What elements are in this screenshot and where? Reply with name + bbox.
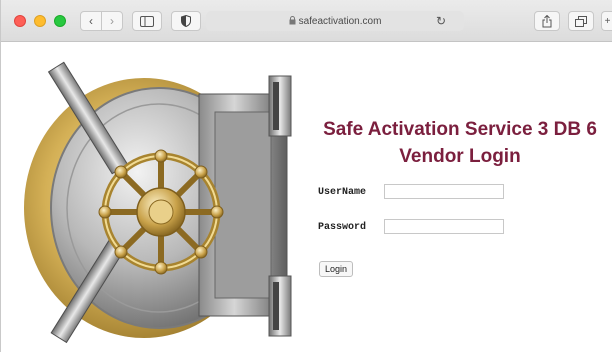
share-button[interactable] bbox=[534, 11, 560, 31]
password-field[interactable] bbox=[384, 219, 504, 234]
reload-icon[interactable]: ↻ bbox=[434, 14, 448, 28]
title-line-2: Vendor Login bbox=[399, 146, 521, 167]
address-bar[interactable]: safeactivation.com bbox=[206, 11, 464, 31]
sidebar-button[interactable] bbox=[132, 11, 162, 31]
back-button[interactable]: ‹ bbox=[80, 11, 102, 31]
forward-button[interactable]: › bbox=[101, 11, 123, 31]
page-title: Safe Activation Service 3 DB 6 Vendor Lo… bbox=[310, 116, 610, 170]
browser-window: ‹ › safeactivation.com ↻ + Safe Activati… bbox=[0, 0, 612, 352]
zoom-window-button[interactable] bbox=[54, 15, 66, 27]
vault-door-image bbox=[24, 61, 292, 344]
login-button[interactable]: Login bbox=[319, 261, 353, 277]
tabs-icon bbox=[575, 15, 587, 27]
username-field[interactable] bbox=[384, 184, 504, 199]
password-label: Password bbox=[318, 222, 367, 233]
forward-icon: › bbox=[110, 14, 114, 28]
show-tabs-button[interactable] bbox=[568, 11, 594, 31]
back-icon: ‹ bbox=[89, 14, 93, 28]
page-content: Safe Activation Service 3 DB 6 Vendor Lo… bbox=[1, 42, 612, 352]
lock-icon bbox=[289, 15, 296, 27]
username-label: UserName bbox=[318, 187, 367, 198]
plus-icon: + bbox=[604, 15, 611, 27]
browser-toolbar: ‹ › safeactivation.com ↻ + bbox=[1, 0, 612, 42]
shield-icon bbox=[181, 15, 191, 27]
share-icon bbox=[542, 14, 552, 27]
new-tab-button[interactable]: + bbox=[601, 11, 612, 31]
sidebar-icon bbox=[140, 15, 154, 27]
close-window-button[interactable] bbox=[14, 15, 26, 27]
minimize-window-button[interactable] bbox=[34, 15, 46, 27]
title-line-1: Safe Activation Service 3 DB 6 bbox=[323, 119, 597, 140]
privacy-report-button[interactable] bbox=[171, 11, 201, 31]
url-text: safeactivation.com bbox=[298, 15, 382, 27]
